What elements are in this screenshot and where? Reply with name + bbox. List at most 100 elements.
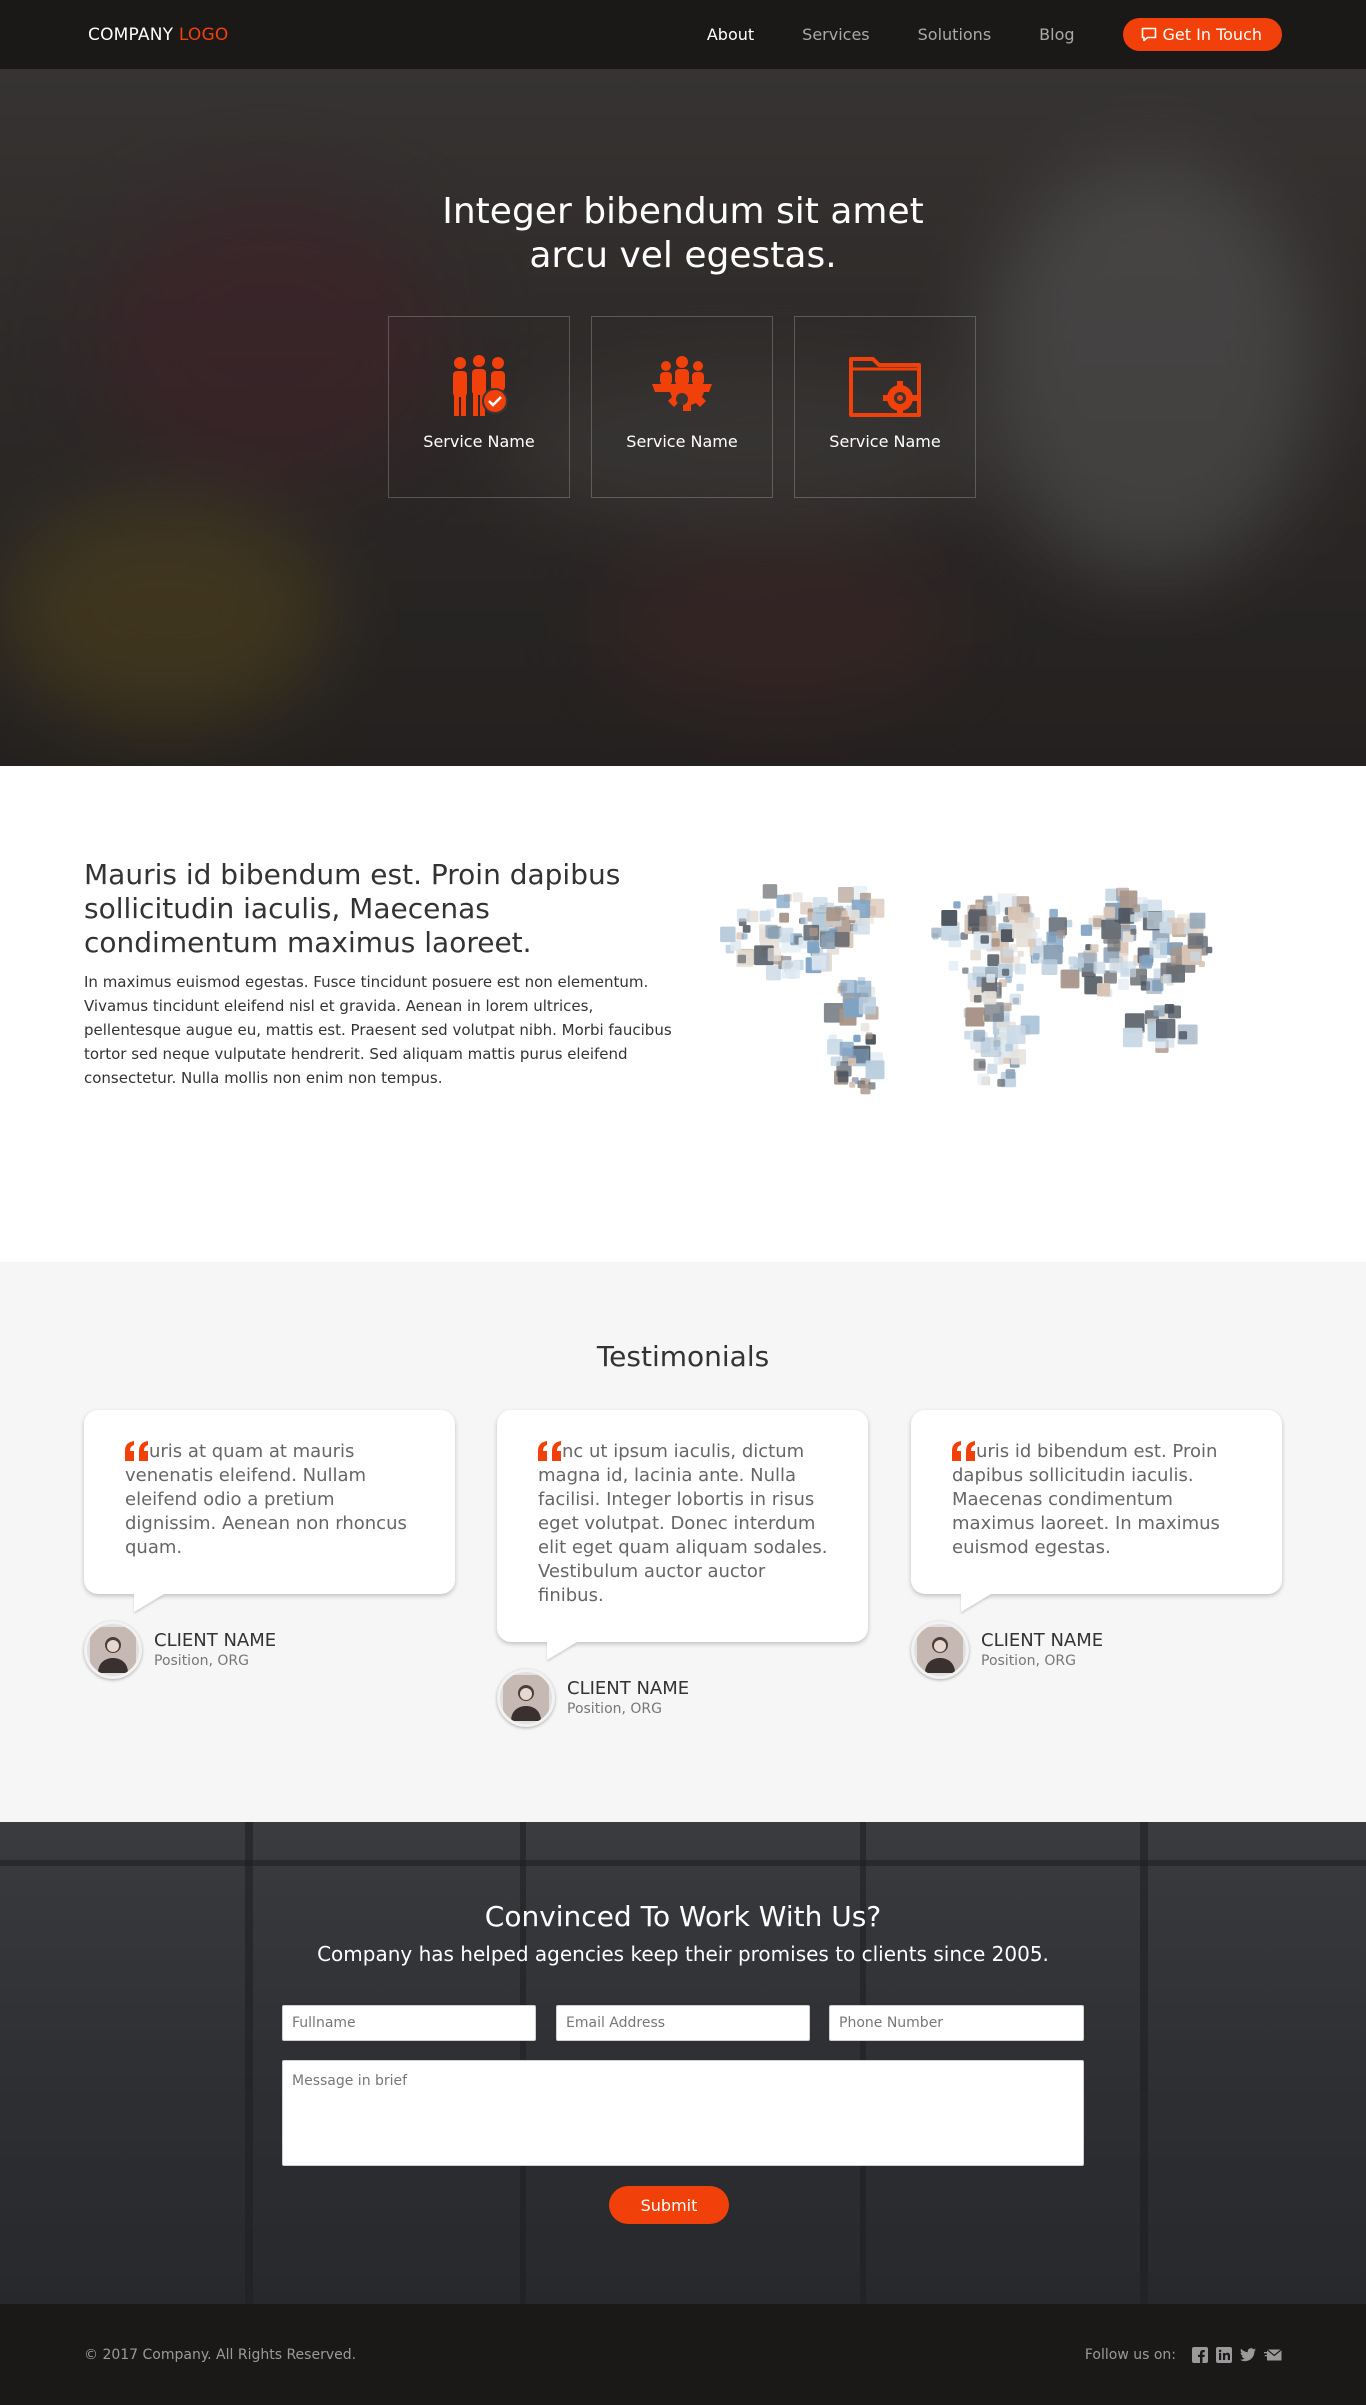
map-photo-tile bbox=[1027, 938, 1036, 947]
phone-field[interactable] bbox=[829, 2005, 1084, 2041]
map-photo-tile bbox=[792, 892, 803, 903]
footer: © 2017 Company. All Rights Reserved. Fol… bbox=[0, 2304, 1366, 2405]
map-photo-tile bbox=[811, 955, 827, 970]
map-photo-tile bbox=[759, 910, 771, 922]
map-photo-tile bbox=[1146, 911, 1165, 929]
testimonial-bubble: uris id bibendum est. Proin dapibus soll… bbox=[911, 1410, 1282, 1594]
facebook-icon[interactable] bbox=[1192, 2346, 1208, 2363]
map-photo-tile bbox=[779, 912, 789, 923]
logo-accent-text: LOGO bbox=[178, 24, 229, 45]
testimonial-card-2: nc ut ipsum iaculis, dictum magna id, la… bbox=[497, 1410, 868, 1727]
map-photo-tile bbox=[941, 910, 958, 926]
team-gear-icon bbox=[644, 354, 720, 420]
nav-link-services[interactable]: Services bbox=[802, 25, 869, 44]
map-photo-tile bbox=[837, 1071, 849, 1083]
map-photo-tile bbox=[973, 995, 982, 1003]
testimonials-section: Testimonials uris at quam at mauris vene… bbox=[0, 1262, 1366, 1822]
service-card-1[interactable]: Service Name bbox=[388, 316, 570, 498]
map-photo-tile bbox=[765, 925, 778, 938]
map-photo-tile bbox=[741, 933, 748, 940]
map-photo-tile bbox=[1162, 974, 1172, 983]
top-nav: COMPANY LOGO About Services Solutions Bl… bbox=[0, 0, 1366, 69]
email-icon[interactable] bbox=[1264, 2348, 1282, 2361]
map-photo-tile bbox=[853, 1034, 861, 1043]
map-photo-tile bbox=[865, 1032, 873, 1040]
nav-links: About Services Solutions Blog Get In Tou… bbox=[659, 18, 1282, 51]
map-photo-tile bbox=[1178, 1031, 1188, 1040]
client-position: Position, ORG bbox=[981, 1653, 1077, 1669]
map-photo-tile bbox=[984, 1002, 1004, 1022]
get-in-touch-button[interactable]: Get In Touch bbox=[1122, 18, 1282, 51]
map-photo-tile bbox=[1057, 946, 1064, 953]
hero-title: Integer bibendum sit amet arcu vel egest… bbox=[0, 190, 1366, 278]
map-photo-tile bbox=[860, 1022, 870, 1032]
map-photo-tile bbox=[1049, 908, 1058, 918]
map-photo-tile bbox=[830, 1056, 841, 1067]
client-meta: CLIENT NAME Position, ORG bbox=[567, 1678, 689, 1718]
map-photo-tile bbox=[1183, 927, 1191, 934]
avatar bbox=[84, 1621, 142, 1679]
avatar bbox=[497, 1669, 555, 1727]
nav-link-about[interactable]: About bbox=[707, 25, 754, 44]
map-photo-tile bbox=[767, 948, 781, 962]
map-photo-tile bbox=[1187, 933, 1204, 949]
map-photo-tile bbox=[1005, 1069, 1016, 1079]
map-photo-tile bbox=[1017, 950, 1024, 957]
map-photo-tile bbox=[1005, 1043, 1013, 1052]
map-photo-tile bbox=[742, 925, 751, 933]
map-photo-tile bbox=[1141, 954, 1154, 967]
nav-link-solutions[interactable]: Solutions bbox=[918, 25, 992, 44]
follow-us-label: Follow us on: bbox=[1084, 2346, 1176, 2363]
service-name-label: Service Name bbox=[423, 432, 535, 451]
map-photo-tile bbox=[1056, 930, 1066, 939]
map-photo-tile bbox=[1068, 956, 1077, 965]
about-heading: Mauris id bibendum est. Proin dapibus so… bbox=[84, 858, 621, 959]
map-photo-tile bbox=[762, 884, 778, 899]
map-photo-tile bbox=[849, 909, 860, 921]
team-check-icon bbox=[441, 354, 517, 420]
email-field[interactable] bbox=[556, 2005, 810, 2041]
testimonial-quote-text: nc ut ipsum iaculis, dictum magna id, la… bbox=[538, 1441, 828, 1606]
client-meta: CLIENT NAME Position, ORG bbox=[981, 1630, 1103, 1670]
map-photo-tile bbox=[848, 1057, 857, 1066]
testimonial-quote: uris id bibendum est. Proin dapibus soll… bbox=[952, 1440, 1242, 1560]
map-photo-tile bbox=[1109, 958, 1124, 973]
service-name-label: Service Name bbox=[626, 432, 738, 451]
map-photo-tile bbox=[1190, 951, 1201, 962]
map-photo-tile bbox=[1130, 928, 1137, 935]
map-photo-tile bbox=[834, 932, 850, 947]
map-photo-tile bbox=[992, 1028, 1000, 1035]
message-field[interactable] bbox=[282, 2060, 1084, 2166]
service-card-3[interactable]: Service Name bbox=[794, 316, 976, 498]
map-photo-tile bbox=[948, 960, 959, 971]
map-photo-tile bbox=[1006, 1025, 1026, 1044]
map-photo-tile bbox=[838, 887, 854, 903]
map-photo-tile bbox=[997, 1078, 1006, 1087]
map-photo-tile bbox=[965, 1007, 985, 1027]
company-logo[interactable]: COMPANY LOGO bbox=[88, 25, 228, 45]
linkedin-icon[interactable] bbox=[1216, 2346, 1232, 2363]
client-info: CLIENT NAME Position, ORG bbox=[84, 1621, 455, 1679]
testimonial-bubble: uris at quam at mauris venenatis eleifen… bbox=[84, 1410, 455, 1594]
map-photo-tile bbox=[986, 973, 996, 983]
map-photo-tile bbox=[737, 954, 746, 964]
map-photo-tile bbox=[1010, 1049, 1026, 1065]
map-photo-tile bbox=[1003, 1002, 1012, 1012]
nav-link-blog[interactable]: Blog bbox=[1039, 25, 1074, 44]
map-photo-tile bbox=[1165, 1038, 1175, 1048]
testimonial-quote: uris at quam at mauris venenatis eleifen… bbox=[125, 1440, 415, 1560]
map-photo-tile bbox=[1103, 906, 1115, 919]
folder-gear-icon bbox=[847, 354, 923, 420]
submit-button[interactable]: Submit bbox=[609, 2186, 729, 2224]
map-photo-tile bbox=[839, 1041, 854, 1056]
fullname-field[interactable] bbox=[282, 2005, 536, 2041]
user-avatar-icon bbox=[90, 1627, 136, 1673]
client-info: CLIENT NAME Position, ORG bbox=[497, 1669, 868, 1727]
map-photo-tile bbox=[987, 954, 1000, 967]
map-photo-tile bbox=[1130, 914, 1139, 923]
map-photo-tile bbox=[1060, 969, 1080, 989]
map-photo-tile bbox=[986, 901, 1001, 915]
twitter-icon[interactable] bbox=[1240, 2347, 1256, 2362]
service-card-2[interactable]: Service Name bbox=[591, 316, 773, 498]
avatar bbox=[911, 1621, 969, 1679]
